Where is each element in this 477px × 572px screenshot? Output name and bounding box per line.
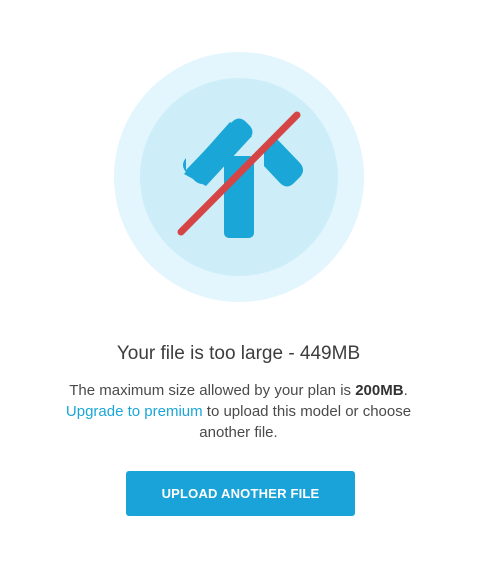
upload-another-file-button[interactable]: UPLOAD ANOTHER FILE — [126, 471, 355, 516]
max-size-value: 200MB — [355, 382, 404, 399]
max-size-period: . — [403, 382, 408, 399]
upload-arrow-crossed-icon — [114, 52, 364, 302]
upload-instructions-text: to upload this model or choose another f… — [199, 403, 412, 441]
max-size-text: The maximum size allowed by your plan is — [69, 382, 356, 399]
upload-blocked-illustration — [114, 52, 364, 302]
file-too-large-dialog: Your file is too large - 449MB The maxim… — [0, 0, 477, 572]
error-title: Your file is too large - 449MB — [116, 343, 361, 364]
error-message: The maximum size allowed by your plan is… — [40, 380, 437, 443]
upgrade-premium-link[interactable]: Upgrade to premium — [66, 403, 203, 420]
